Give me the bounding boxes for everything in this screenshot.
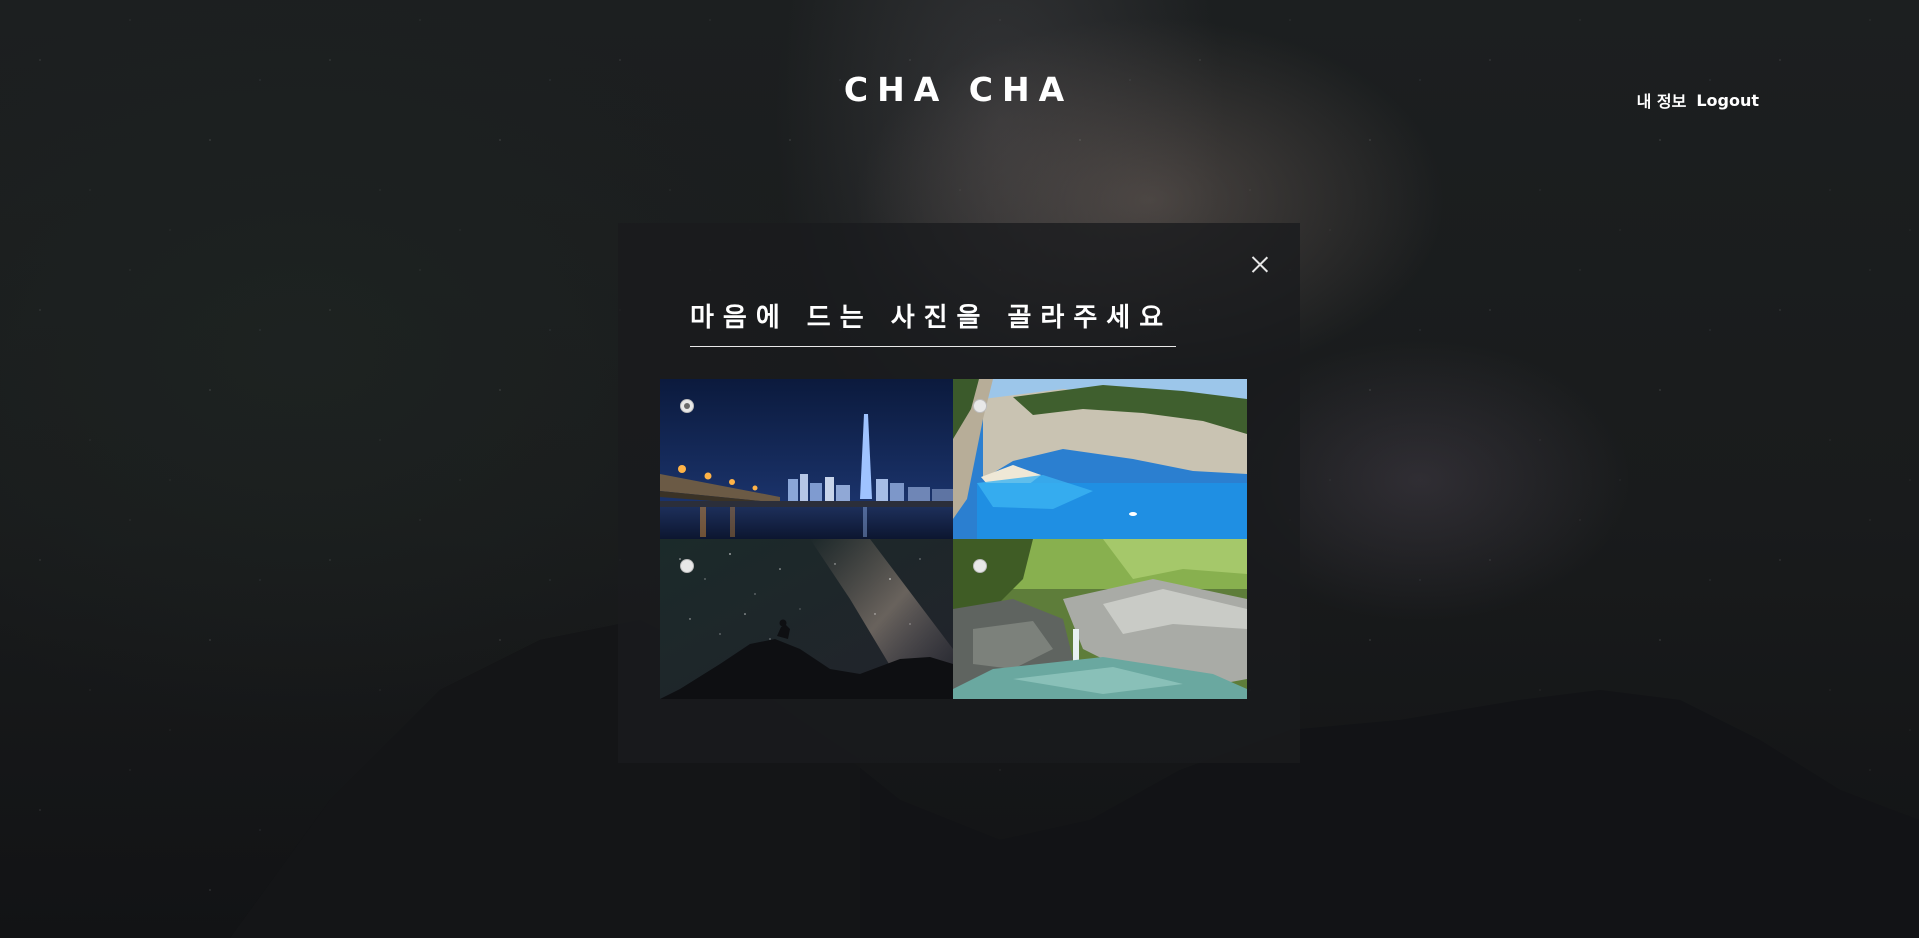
- app-background: CHA CHA 내 정보 Logout 마음에 드는 사진을 골라주세요: [0, 0, 1919, 938]
- brand-logo[interactable]: CHA CHA: [0, 70, 1919, 109]
- photo-option-city-night[interactable]: [660, 379, 953, 539]
- my-info-link[interactable]: 내 정보: [1637, 88, 1687, 112]
- photo-option-starry-sky[interactable]: [660, 539, 953, 699]
- photo-option-forest-waterfall[interactable]: [953, 539, 1247, 699]
- photo-grid: [660, 379, 1247, 699]
- select-radio-starry-sky[interactable]: [680, 559, 694, 573]
- top-nav: 내 정보 Logout: [1637, 88, 1759, 112]
- forest-waterfall-image: [953, 539, 1247, 699]
- select-radio-beach-cliff[interactable]: [973, 399, 987, 413]
- starry-sky-image: [660, 539, 953, 699]
- logout-link[interactable]: Logout: [1696, 91, 1759, 110]
- select-radio-city-night[interactable]: [680, 399, 694, 413]
- select-radio-forest-waterfall[interactable]: [973, 559, 987, 573]
- photo-select-modal: 마음에 드는 사진을 골라주세요: [618, 223, 1300, 763]
- city-night-image: [660, 379, 953, 539]
- close-icon[interactable]: [1251, 256, 1268, 273]
- modal-title: 마음에 드는 사진을 골라주세요: [690, 297, 1176, 347]
- beach-cliff-image: [953, 379, 1247, 539]
- photo-option-beach-cliff[interactable]: [953, 379, 1247, 539]
